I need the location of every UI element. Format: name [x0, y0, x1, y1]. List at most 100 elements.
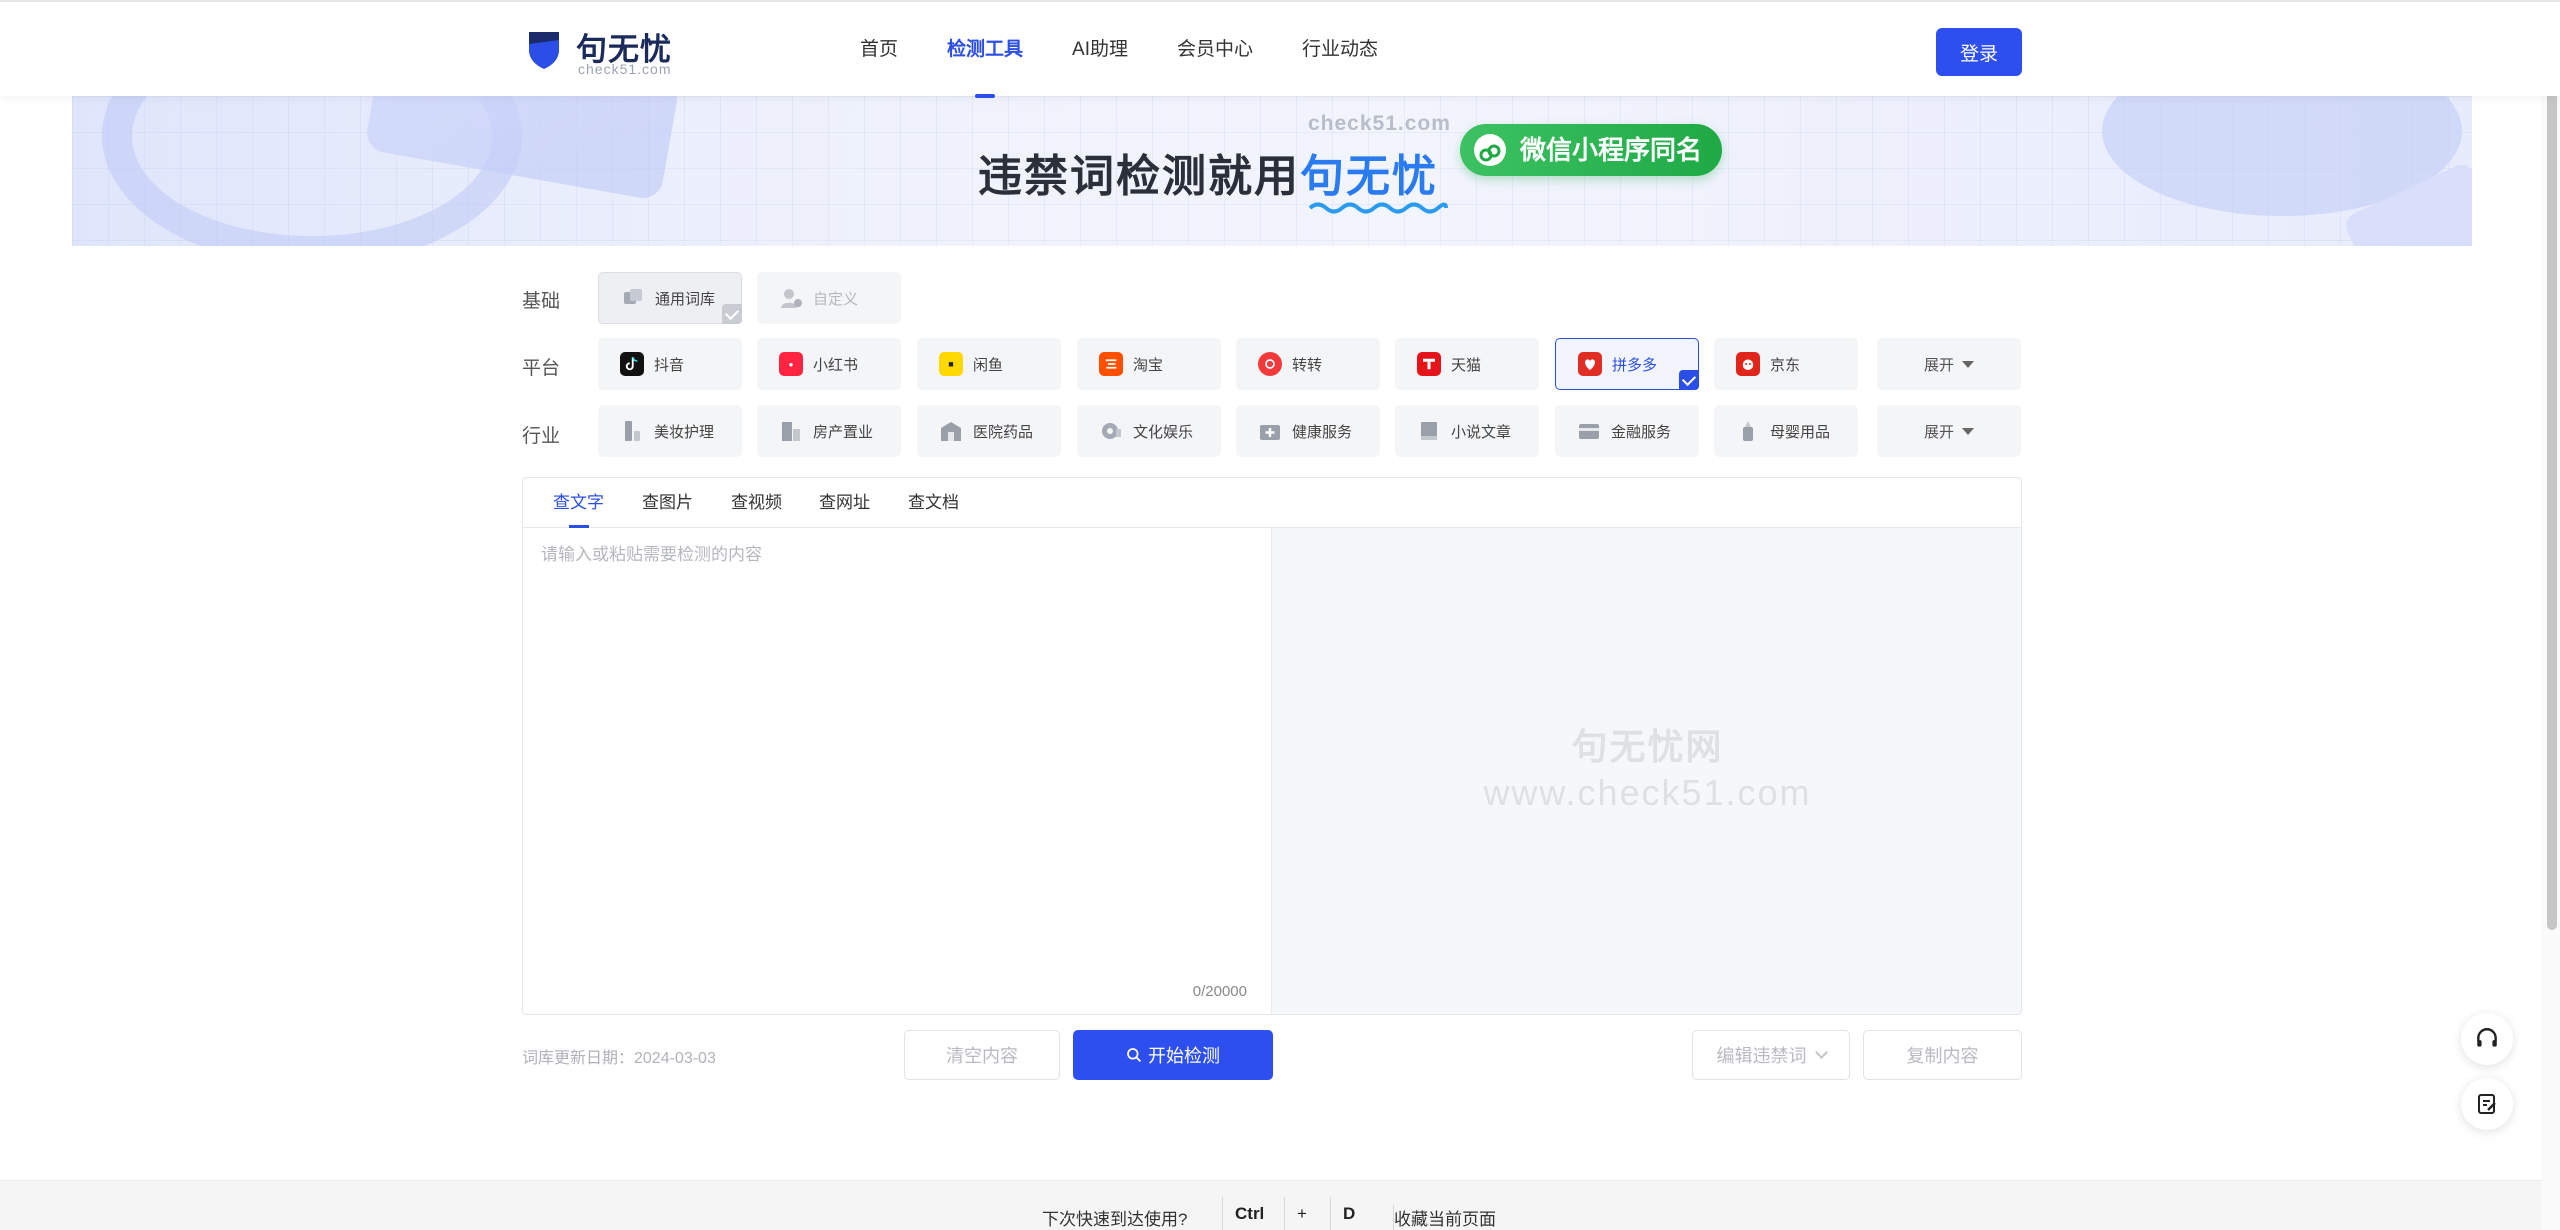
- row-label-industry: 行业: [522, 426, 561, 447]
- nav-home[interactable]: 首页: [860, 2, 898, 98]
- chip-label: 文化娱乐: [1133, 423, 1194, 441]
- caret-down-icon: [1962, 360, 1974, 368]
- row-label-platform: 平台: [522, 358, 561, 379]
- expand-label: 展开: [1923, 423, 1954, 441]
- chip-finance[interactable]: 金融服务: [1555, 405, 1699, 457]
- char-counter: 0/20000: [1192, 983, 1247, 1000]
- medical-kit-icon: [1258, 419, 1282, 443]
- key-plus: +: [1284, 1197, 1319, 1230]
- tab-text[interactable]: 查文字: [553, 478, 604, 528]
- card-icon: [1577, 419, 1601, 443]
- douyin-icon: [620, 352, 644, 376]
- chip-label: 医院药品: [973, 423, 1034, 441]
- chip-general-library[interactable]: 通用词库: [598, 272, 742, 324]
- chip-hospital[interactable]: 医院药品: [917, 405, 1061, 457]
- chip-pinduoduo[interactable]: 拼多多: [1555, 338, 1699, 390]
- tab-image[interactable]: 查图片: [642, 478, 693, 528]
- book-icon: [1417, 419, 1441, 443]
- tmall-icon: [1417, 352, 1441, 376]
- caret-down-icon: [1962, 427, 1974, 435]
- chip-label: 转转: [1292, 356, 1323, 374]
- chip-label: 通用词库: [655, 290, 716, 308]
- miniprogram-icon: [1474, 134, 1506, 166]
- chip-real-estate[interactable]: 房产置业: [757, 405, 901, 457]
- banner-domain: check51.com: [1308, 112, 1451, 135]
- page-scrollbar-thumb[interactable]: [2547, 0, 2557, 930]
- chip-label: 母婴用品: [1770, 423, 1831, 441]
- hospital-icon: [939, 419, 963, 443]
- chevron-down-icon: [1814, 1046, 1828, 1059]
- tab-document[interactable]: 查文档: [908, 478, 959, 528]
- banner-slogan-brand: 句无忧: [1300, 152, 1438, 201]
- bookmark-hint-bar: 下次快速到达使用? Ctrl + D 收藏当前页面: [0, 1180, 2542, 1230]
- baby-bottle-icon: [1736, 419, 1760, 443]
- chip-entertainment[interactable]: 文化娱乐: [1077, 405, 1221, 457]
- chip-xianyu[interactable]: ■ 闲鱼: [917, 338, 1061, 390]
- chip-maternal-baby[interactable]: 母婴用品: [1714, 405, 1858, 457]
- building-icon: [779, 419, 803, 443]
- main-nav: 首页 检测工具 AI助理 会员中心 行业动态: [860, 2, 1427, 98]
- nav-member-center[interactable]: 会员中心: [1177, 2, 1253, 98]
- watermark-name: 句无忧网: [1571, 726, 1724, 767]
- chip-taobao[interactable]: 淘宝: [1077, 338, 1221, 390]
- platform-expand-button[interactable]: 展开: [1877, 338, 2021, 390]
- chip-label: 小说文章: [1451, 423, 1512, 441]
- copy-content-button[interactable]: 复制内容: [1863, 1030, 2022, 1080]
- industry-expand-button[interactable]: 展开: [1877, 405, 2021, 457]
- zhuanzhuan-icon: [1258, 352, 1282, 376]
- logo-shield-icon: [529, 32, 559, 69]
- pinduoduo-icon: [1578, 352, 1602, 376]
- start-detection-button[interactable]: 开始检测: [1073, 1030, 1273, 1080]
- chip-douyin[interactable]: 抖音: [598, 338, 742, 390]
- input-area: 0/20000: [523, 528, 1272, 1014]
- jd-icon: [1736, 352, 1760, 376]
- chip-cosmetics[interactable]: 美妆护理: [598, 405, 742, 457]
- expand-label: 展开: [1923, 356, 1954, 374]
- detection-tabs: 查文字 查图片 查视频 查网址 查文档: [523, 478, 2021, 528]
- chip-tmall[interactable]: 天猫: [1395, 338, 1539, 390]
- edit-label: 编辑违禁词: [1716, 1046, 1807, 1066]
- edit-banned-words-button[interactable]: 编辑违禁词: [1692, 1030, 1850, 1080]
- chip-zhuanzhuan[interactable]: 转转: [1236, 338, 1380, 390]
- nav-detection-tools[interactable]: 检测工具: [947, 2, 1023, 98]
- chip-label: 小红书: [813, 356, 859, 374]
- chip-label: 自定义: [813, 290, 859, 308]
- row-label-basic: 基础: [522, 291, 561, 312]
- chip-health[interactable]: 健康服务: [1236, 405, 1380, 457]
- check-icon: [1679, 370, 1699, 390]
- chip-label: 拼多多: [1612, 356, 1658, 374]
- customer-service-button[interactable]: [2461, 1013, 2513, 1065]
- bookmark-page-link[interactable]: 收藏当前页面: [1393, 1205, 1496, 1230]
- key-d: D: [1330, 1197, 1367, 1230]
- watermark-url: www.check51.com: [1483, 772, 1812, 813]
- chip-label: 健康服务: [1292, 423, 1353, 441]
- site-logo[interactable]: 句无忧 check51.com: [526, 24, 706, 78]
- banner-slogan: 违禁词检测就用句无忧: [978, 140, 1438, 204]
- chip-custom[interactable]: 自定义: [757, 272, 901, 324]
- xianyu-icon: ■: [939, 352, 963, 376]
- chip-jd[interactable]: 京东: [1714, 338, 1858, 390]
- login-button[interactable]: 登录: [1936, 28, 2022, 76]
- promo-banner[interactable]: check51.com 违禁词检测就用句无忧 微信小程序同名: [72, 96, 2472, 246]
- content-input[interactable]: [541, 540, 1251, 960]
- entertainment-icon: [1099, 419, 1123, 443]
- feedback-button[interactable]: [2461, 1078, 2513, 1130]
- key-ctrl: Ctrl: [1222, 1197, 1276, 1230]
- chip-novel[interactable]: 小说文章: [1395, 405, 1539, 457]
- clear-button[interactable]: 清空内容: [904, 1030, 1060, 1080]
- chip-label: 抖音: [654, 356, 685, 374]
- nav-ai-assistant[interactable]: AI助理: [1072, 2, 1128, 98]
- chip-label: 房产置业: [813, 423, 874, 441]
- wechat-miniprogram-badge: 微信小程序同名: [1460, 124, 1723, 176]
- clear-label: 清空内容: [946, 1046, 1018, 1066]
- chip-label: 美妆护理: [654, 423, 715, 441]
- headset-icon: [2477, 1028, 2497, 1047]
- tab-url[interactable]: 查网址: [819, 478, 870, 528]
- nav-industry-news[interactable]: 行业动态: [1302, 2, 1378, 98]
- chip-xiaohongshu[interactable]: ● 小红书: [757, 338, 901, 390]
- tab-video[interactable]: 查视频: [731, 478, 782, 528]
- search-icon: [1127, 1048, 1142, 1063]
- bookmark-prompt: 下次快速到达使用?: [1042, 1210, 1188, 1229]
- edit-note-icon: [2478, 1094, 2496, 1114]
- start-label: 开始检测: [1148, 1046, 1220, 1066]
